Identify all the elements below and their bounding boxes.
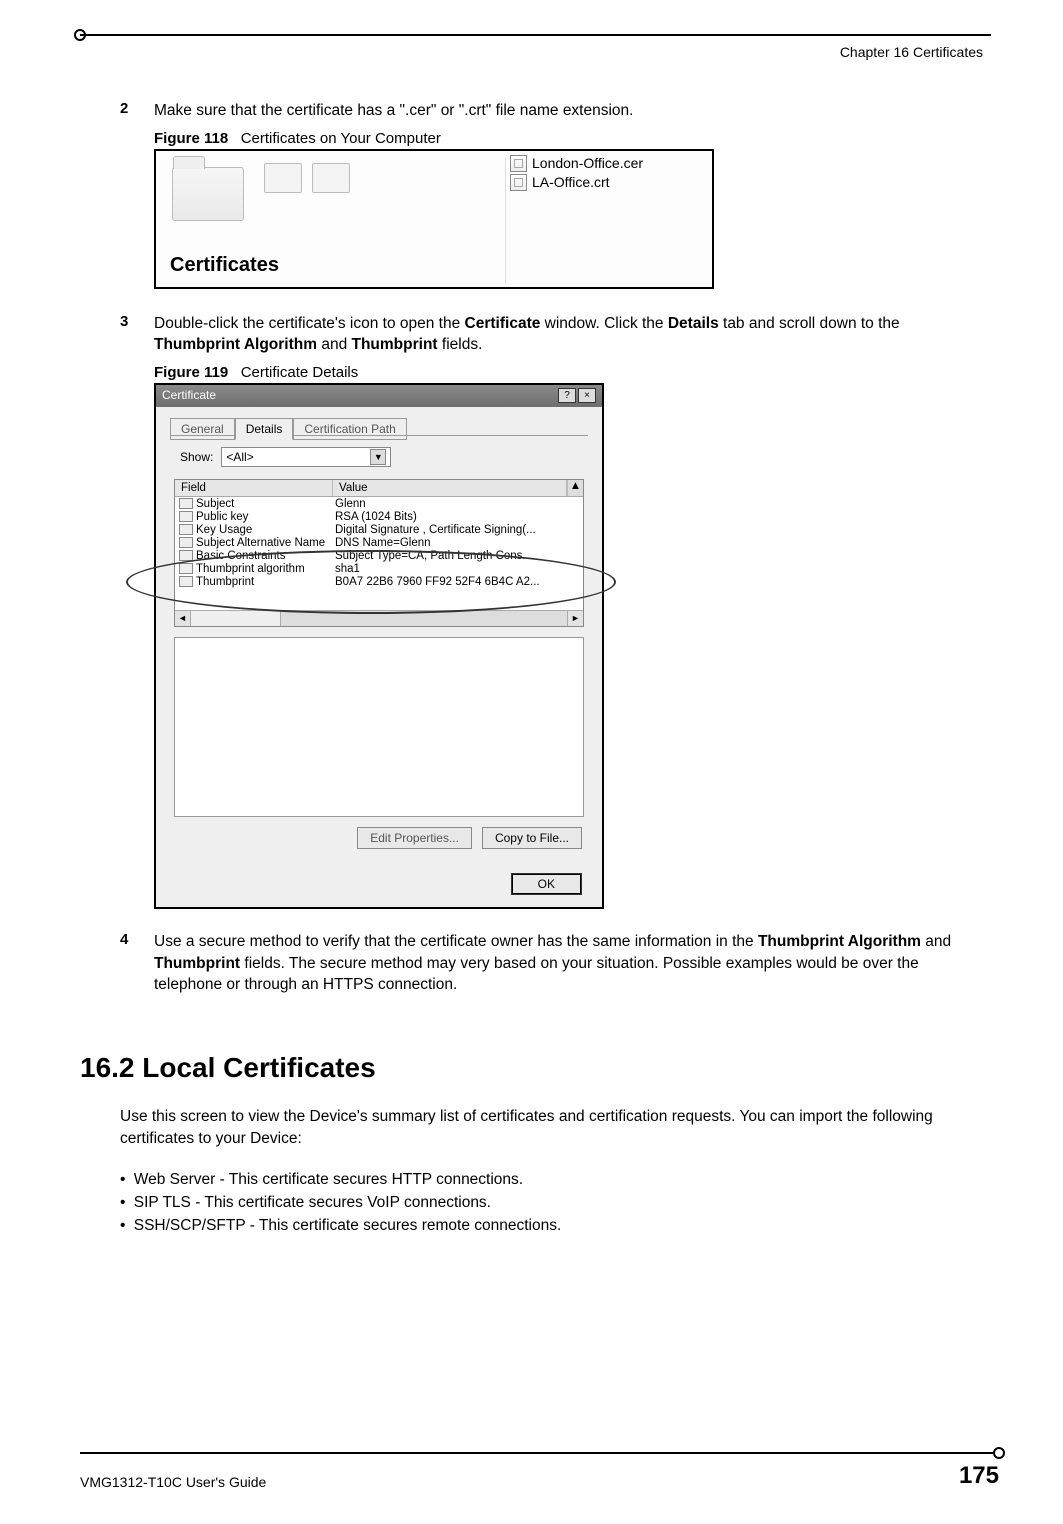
horizontal-scrollbar[interactable]: ◄ ► [175, 610, 583, 626]
value-cell: sha1 [333, 563, 583, 575]
table-row[interactable]: Public keyRSA (1024 Bits) [175, 510, 583, 523]
footer-guide-name: VMG1312-T10C User's Guide [80, 1474, 266, 1490]
property-icon [179, 537, 193, 548]
property-icon [179, 524, 193, 535]
show-dropdown-value: <All> [226, 450, 253, 464]
step-text: Double-click the certificate's icon to o… [154, 313, 983, 356]
tab-general[interactable]: General [170, 418, 235, 440]
tab-certification-path[interactable]: Certification Path [293, 418, 406, 440]
figure-119: Certificate ? × General Details Certific… [154, 383, 604, 909]
property-icon [179, 511, 193, 522]
figure-118: Certificates London-Office.cer LA-Office… [154, 149, 714, 289]
step-4: 4 Use a secure method to verify that the… [120, 931, 983, 996]
step-number: 3 [120, 313, 154, 356]
cert-file-row: LA-Office.crt [510, 174, 643, 191]
column-header-value[interactable]: Value [333, 480, 567, 496]
step-number: 2 [120, 100, 154, 122]
column-header-field[interactable]: Field [175, 480, 333, 496]
folder-thumb-icon [312, 163, 350, 193]
field-cell: Thumbprint algorithm [175, 563, 333, 575]
field-cell: Public key [175, 511, 333, 523]
certificate-file-icon [510, 174, 527, 191]
window-titlebar: Certificate ? × [156, 385, 602, 407]
cert-file-row: London-Office.cer [510, 155, 643, 172]
value-cell: Glenn [333, 498, 583, 510]
page-number: 175 [959, 1462, 999, 1490]
field-cell: Basic Constraints [175, 550, 333, 562]
copy-to-file-button[interactable]: Copy to File... [482, 827, 582, 849]
table-row[interactable]: SubjectGlenn [175, 497, 583, 510]
list-item: SIP TLS - This certificate secures VoIP … [120, 1191, 983, 1214]
certificate-file-icon [510, 155, 527, 172]
property-icon [179, 498, 193, 509]
section-heading: 16.2 Local Certificates [80, 1052, 983, 1084]
figure-label: Figure 119 [154, 364, 228, 381]
figure-119-caption: Figure 119 Certificate Details [154, 364, 983, 381]
field-cell: Subject [175, 498, 333, 510]
show-dropdown[interactable]: <All> ▼ [221, 447, 391, 467]
cert-details-table: Field Value ▲ SubjectGlennPublic keyRSA … [174, 479, 584, 627]
table-row[interactable]: Subject Alternative NameDNS Name=Glenn [175, 536, 583, 549]
step-2: 2 Make sure that the certificate has a "… [120, 100, 983, 122]
chapter-header: Chapter 16 Certificates [840, 44, 983, 60]
scroll-left-icon[interactable]: ◄ [175, 611, 191, 626]
tab-details[interactable]: Details [235, 418, 294, 440]
show-label: Show: [180, 450, 213, 464]
ok-button[interactable]: OK [511, 873, 582, 895]
window-title: Certificate [162, 388, 216, 404]
value-cell: Digital Signature , Certificate Signing(… [333, 524, 583, 536]
chevron-down-icon[interactable]: ▼ [370, 449, 386, 465]
value-cell: B0A7 22B6 7960 FF92 52F4 6B4C A2... [333, 576, 583, 588]
help-icon[interactable]: ? [558, 388, 576, 403]
property-icon [179, 550, 193, 561]
table-row[interactable]: ThumbprintB0A7 22B6 7960 FF92 52F4 6B4C … [175, 575, 583, 588]
cert-file-name: LA-Office.crt [532, 174, 610, 190]
edit-properties-button[interactable]: Edit Properties... [357, 827, 472, 849]
table-row[interactable]: Basic ConstraintsSubject Type=CA, Path L… [175, 549, 583, 562]
field-cell: Subject Alternative Name [175, 537, 333, 549]
page-bottom-rule [80, 1452, 999, 1454]
field-cell: Key Usage [175, 524, 333, 536]
step-text: Use a secure method to verify that the c… [154, 931, 983, 996]
figure-label: Figure 118 [154, 130, 228, 147]
scroll-thumb[interactable] [191, 611, 281, 626]
figure-118-caption: Figure 118 Certificates on Your Computer [154, 130, 983, 147]
folder-icon [172, 167, 244, 221]
scroll-up-icon[interactable]: ▲ [567, 480, 583, 496]
cert-file-name: London-Office.cer [532, 155, 643, 171]
figure-title: Certificates on Your Computer [241, 130, 441, 147]
table-row[interactable]: Thumbprint algorithmsha1 [175, 562, 583, 575]
value-cell: RSA (1024 Bits) [333, 511, 583, 523]
field-cell: Thumbprint [175, 576, 333, 588]
close-icon[interactable]: × [578, 388, 596, 403]
list-item: Web Server - This certificate secures HT… [120, 1168, 983, 1191]
value-cell: Subject Type=CA, Path Length Cons... [333, 550, 583, 562]
figure-title: Certificate Details [241, 364, 359, 381]
value-cell: DNS Name=Glenn [333, 537, 583, 549]
page-rule-dot [993, 1447, 1005, 1459]
section-intro: Use this screen to view the Device's sum… [120, 1106, 983, 1149]
scroll-right-icon[interactable]: ► [567, 611, 583, 626]
property-icon [179, 563, 193, 574]
property-icon [179, 576, 193, 587]
step-text: Make sure that the certificate has a ".c… [154, 100, 633, 122]
page-top-rule [80, 34, 991, 36]
list-item: SSH/SCP/SFTP - This certificate secures … [120, 1214, 983, 1237]
step-3: 3 Double-click the certificate's icon to… [120, 313, 983, 356]
folder-title: Certificates [170, 254, 279, 277]
folder-thumb-icon [264, 163, 302, 193]
step-number: 4 [120, 931, 154, 996]
detail-value-box [174, 637, 584, 817]
table-row[interactable]: Key UsageDigital Signature , Certificate… [175, 523, 583, 536]
